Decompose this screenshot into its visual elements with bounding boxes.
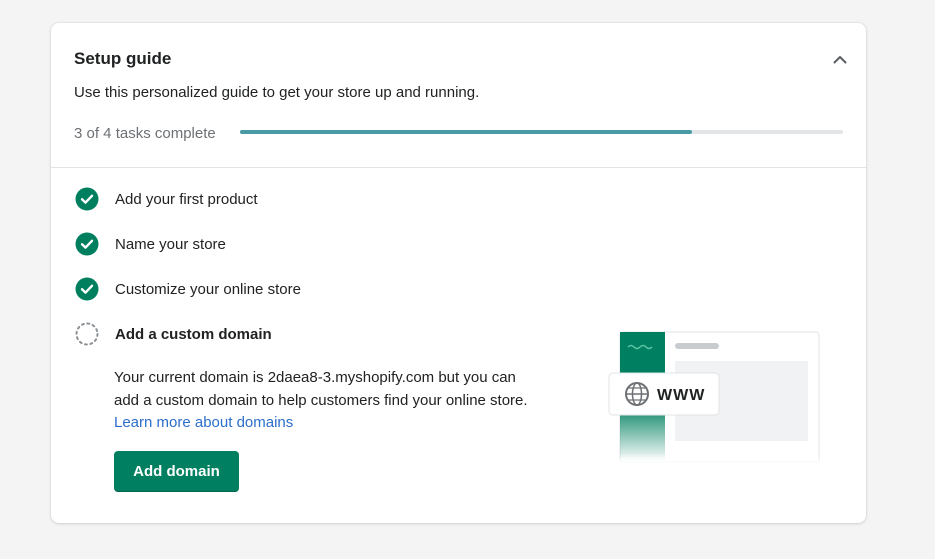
www-badge: WWW	[608, 372, 720, 416]
task-add-custom-domain[interactable]: Add a custom domain	[75, 322, 272, 346]
setup-guide-title: Setup guide	[74, 49, 172, 68]
task-label: Customize your online store	[115, 280, 301, 298]
setup-guide-header: Setup guide Use this personalized guide …	[51, 23, 866, 168]
chevron-up-icon	[833, 55, 847, 63]
setup-guide-subtitle: Use this personalized guide to get your …	[74, 84, 480, 101]
domain-illustration: WWW	[608, 331, 820, 464]
checkmark-circle-icon	[75, 187, 99, 211]
task-label: Add a custom domain	[115, 325, 272, 343]
setup-guide-card: Setup guide Use this personalized guide …	[51, 23, 866, 523]
task-description-text: Your current domain is 2daea8-3.myshopif…	[114, 369, 528, 409]
progress-bar	[240, 130, 843, 134]
add-domain-button[interactable]: Add domain	[114, 451, 239, 492]
dashed-circle-icon	[75, 322, 99, 346]
task-name-store[interactable]: Name your store	[75, 232, 226, 256]
checkmark-circle-icon	[75, 232, 99, 256]
task-label: Add your first product	[115, 190, 258, 208]
task-label: Name your store	[115, 235, 226, 253]
task-description: Your current domain is 2daea8-3.myshopif…	[114, 367, 544, 435]
www-text: WWW	[657, 387, 705, 404]
collapse-button[interactable]	[830, 49, 850, 69]
checkmark-circle-icon	[75, 277, 99, 301]
progress-label: 3 of 4 tasks complete	[74, 125, 216, 142]
progress-bar-fill	[240, 130, 693, 134]
learn-more-domains-link[interactable]: Learn more about domains	[114, 414, 293, 431]
task-add-first-product[interactable]: Add your first product	[75, 187, 258, 211]
task-customize-online-store[interactable]: Customize your online store	[75, 277, 301, 301]
